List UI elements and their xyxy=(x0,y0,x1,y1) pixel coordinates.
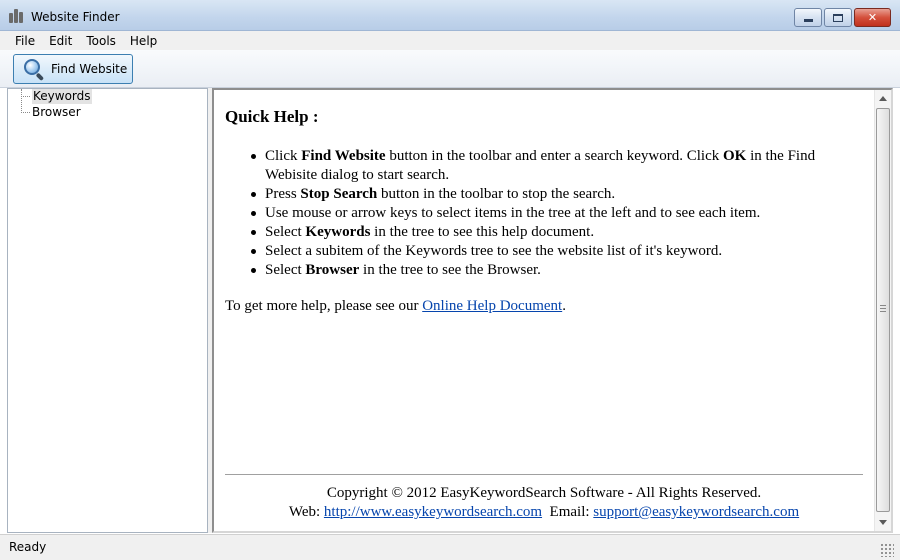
app-icon xyxy=(9,9,25,23)
list-item: Use mouse or arrow keys to select items … xyxy=(251,204,825,223)
minimize-button[interactable] xyxy=(794,8,822,27)
maximize-button[interactable] xyxy=(824,8,852,27)
help-document: Quick Help : Click Find Website button i… xyxy=(214,90,874,531)
contact-line: Web: http://www.easykeywordsearch.com Em… xyxy=(288,504,800,520)
resize-grip-icon[interactable] xyxy=(880,543,894,557)
tree-view[interactable]: Keywords Browser xyxy=(7,88,208,533)
website-link[interactable]: http://www.easykeywordsearch.com xyxy=(324,504,542,520)
window-title: Website Finder xyxy=(31,10,120,24)
toolbar: Find Website xyxy=(0,50,900,88)
menu-tools[interactable]: Tools xyxy=(79,34,123,48)
help-list: Click Find Website button in the toolbar… xyxy=(251,147,825,280)
list-item: Press Stop Search button in the toolbar … xyxy=(251,185,825,204)
scroll-thumb[interactable] xyxy=(876,108,890,512)
help-content-pane: Quick Help : Click Find Website button i… xyxy=(212,88,893,533)
find-website-label: Find Website xyxy=(51,62,128,76)
status-bar: Ready xyxy=(0,534,900,560)
tree-item-browser[interactable]: Browser xyxy=(8,105,188,120)
search-icon xyxy=(23,58,45,82)
more-help-text: To get more help, please see our Online … xyxy=(225,298,566,314)
grip-icon xyxy=(880,305,886,312)
list-item: Click Find Website button in the toolbar… xyxy=(251,147,825,185)
tree-item-label: Keywords xyxy=(32,89,92,104)
find-website-button[interactable]: Find Website xyxy=(13,54,133,84)
title-bar[interactable]: Website Finder ✕ xyxy=(0,0,900,31)
minimize-icon xyxy=(803,19,813,22)
copyright-text: Copyright © 2012 EasyKeywordSearch Softw… xyxy=(326,485,762,501)
menu-help[interactable]: Help xyxy=(123,34,164,48)
tree-item-keywords[interactable]: Keywords xyxy=(8,89,188,104)
status-text: Ready xyxy=(9,540,47,554)
footer-divider xyxy=(225,474,863,475)
list-item: Select Keywords in the tree to see this … xyxy=(251,223,825,242)
scroll-up-icon[interactable] xyxy=(879,96,887,101)
list-item: Select a subitem of the Keywords tree to… xyxy=(251,242,825,261)
menu-edit[interactable]: Edit xyxy=(42,34,79,48)
vertical-scrollbar[interactable] xyxy=(874,90,891,531)
list-item: Select Browser in the tree to see the Br… xyxy=(251,261,825,280)
online-help-link[interactable]: Online Help Document xyxy=(422,298,562,314)
tree-item-label: Browser xyxy=(32,105,81,119)
close-icon: ✕ xyxy=(867,11,878,24)
help-heading: Quick Help : xyxy=(225,107,319,126)
menu-file[interactable]: File xyxy=(8,34,42,48)
email-link[interactable]: support@easykeywordsearch.com xyxy=(593,504,799,520)
close-button[interactable]: ✕ xyxy=(854,8,891,27)
maximize-icon xyxy=(833,13,843,22)
menu-bar: File Edit Tools Help xyxy=(0,31,900,50)
scroll-down-icon[interactable] xyxy=(879,520,887,525)
